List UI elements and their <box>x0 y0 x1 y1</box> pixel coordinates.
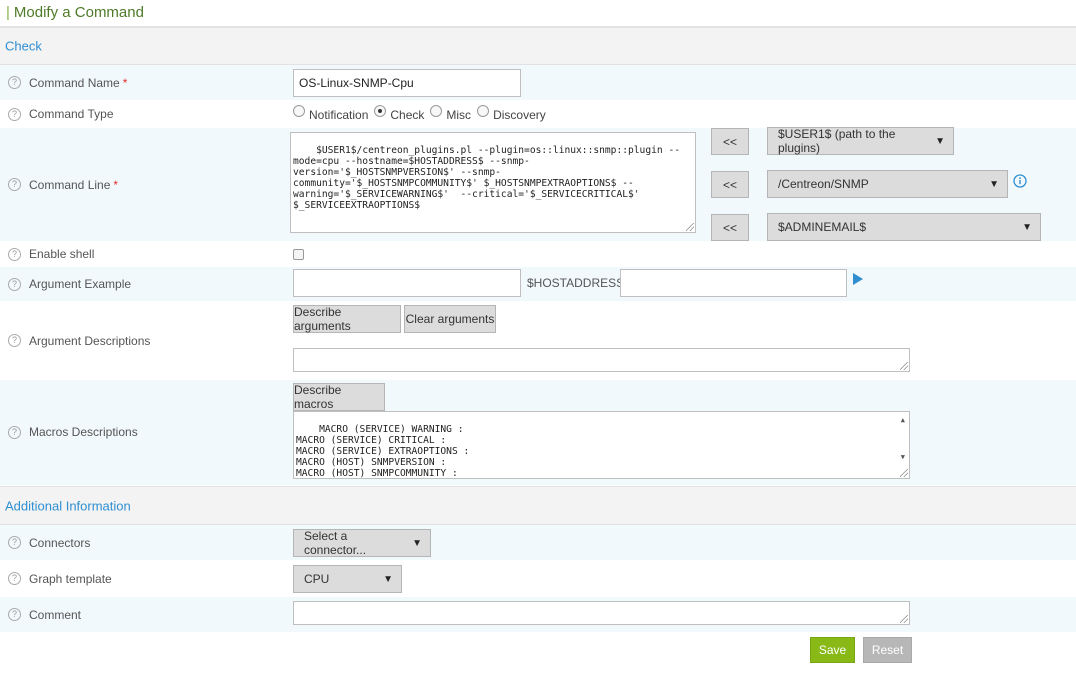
macro-select[interactable]: $ADMINEMAIL$ ▼ <box>767 213 1041 241</box>
connector-select[interactable]: Select a connector... ▼ <box>293 529 431 557</box>
row-enable-shell: ? Enable shell <box>0 242 1076 267</box>
row-graph-template: ? Graph template CPU ▼ <box>0 561 1076 597</box>
describe-macros-button[interactable]: Describe macros <box>293 383 385 411</box>
help-icon[interactable]: ? <box>8 572 21 585</box>
caret-down-icon: ▼ <box>412 537 422 549</box>
radio-discovery[interactable] <box>477 105 490 117</box>
graph-template-select[interactable]: CPU ▼ <box>293 565 402 593</box>
command-name-label: ? Command Name * <box>8 76 127 90</box>
row-argument-descriptions: ? Argument Descriptions Describe argumen… <box>0 302 1076 380</box>
caret-down-icon: ▼ <box>989 178 999 190</box>
argument-example-input[interactable] <box>293 269 521 297</box>
section-additional-header: Additional Information <box>0 486 1076 525</box>
insert-macro-button[interactable]: << <box>711 214 749 241</box>
scroll-down-icon[interactable]: ▼ <box>901 452 905 463</box>
command-name-input[interactable]: OS-Linux-SNMP-Cpu <box>293 69 521 97</box>
info-icon[interactable] <box>1013 174 1027 188</box>
radio-notification[interactable] <box>293 105 305 117</box>
row-command-type: ? Command Type Notification Check Misc D… <box>0 101 1076 128</box>
help-icon[interactable]: ? <box>8 277 21 291</box>
page-title: | Modify a Command <box>6 4 144 21</box>
resize-grip-icon[interactable] <box>900 469 908 477</box>
row-command-line: ? Command Line * $USER1$/centreon_plugins… <box>0 127 1076 242</box>
command-type-label: ? Command Type <box>8 107 114 121</box>
insert-plugins-button[interactable]: << <box>711 128 749 155</box>
resize-grip-icon[interactable] <box>900 362 908 370</box>
scroll-up-icon[interactable]: ▲ <box>901 415 905 426</box>
host-address-label: $HOSTADDRESS$ <box>527 276 631 290</box>
resize-grip-icon[interactable] <box>900 615 908 623</box>
command-line-label: ? Command Line * <box>8 178 118 192</box>
help-icon[interactable]: ? <box>8 247 21 261</box>
row-command-name: ? Command Name * OS-Linux-SNMP-Cpu <box>0 65 1076 101</box>
describe-arguments-button[interactable]: Describe arguments <box>293 305 401 333</box>
macros-descriptions-label: ? Macros Descriptions <box>8 425 138 439</box>
help-icon[interactable]: ? <box>8 178 21 191</box>
row-argument-example: ? Argument Example $HOSTADDRESS$ <box>0 267 1076 302</box>
resource-path-select[interactable]: /Centreon/SNMP ▼ <box>767 170 1008 198</box>
clear-arguments-button[interactable]: Clear arguments <box>404 305 496 333</box>
resize-grip-icon[interactable] <box>686 223 694 231</box>
reset-button[interactable]: Reset <box>863 637 912 663</box>
comment-textarea[interactable] <box>293 601 910 625</box>
caret-down-icon: ▼ <box>1022 221 1032 233</box>
command-type-radio-group: Notification Check Misc Discovery <box>293 105 552 122</box>
row-macros-descriptions: ? Macros Descriptions Describe macros MA… <box>0 380 1076 486</box>
macros-descriptions-textarea[interactable]: MACRO (SERVICE) WARNING : MACRO (SERVICE… <box>293 411 910 479</box>
help-icon[interactable]: ? <box>8 425 21 439</box>
section-check-header: Check <box>0 27 1076 65</box>
help-icon[interactable]: ? <box>8 76 21 89</box>
radio-misc[interactable] <box>430 105 443 117</box>
host-address-input[interactable] <box>620 269 847 297</box>
row-comment: ? Comment <box>0 597 1076 633</box>
enable-shell-label: ? Enable shell <box>8 247 94 261</box>
command-line-textarea[interactable]: $USER1$/centreon_plugins.pl --plugin=os:… <box>290 132 696 233</box>
enable-shell-checkbox[interactable] <box>293 249 304 260</box>
save-button[interactable]: Save <box>810 637 855 663</box>
help-icon[interactable]: ? <box>8 536 21 549</box>
connectors-label: ? Connectors <box>8 536 90 550</box>
comment-label: ? Comment <box>8 608 81 622</box>
graph-template-label: ? Graph template <box>8 572 112 586</box>
help-icon[interactable]: ? <box>8 334 21 347</box>
help-icon[interactable]: ? <box>8 608 21 621</box>
caret-down-icon: ▼ <box>383 573 393 585</box>
argument-example-label: ? Argument Example <box>8 277 131 291</box>
play-icon[interactable] <box>852 271 864 287</box>
help-icon[interactable]: ? <box>8 107 21 121</box>
radio-check[interactable] <box>374 105 387 117</box>
argument-descriptions-textarea[interactable] <box>293 348 910 372</box>
insert-path-button[interactable]: << <box>711 171 749 198</box>
argument-descriptions-label: ? Argument Descriptions <box>8 334 150 348</box>
row-connectors: ? Connectors Select a connector... ▼ <box>0 525 1076 561</box>
caret-down-icon: ▼ <box>935 135 945 147</box>
plugins-path-select[interactable]: $USER1$ (path to the plugins) ▼ <box>767 127 954 155</box>
